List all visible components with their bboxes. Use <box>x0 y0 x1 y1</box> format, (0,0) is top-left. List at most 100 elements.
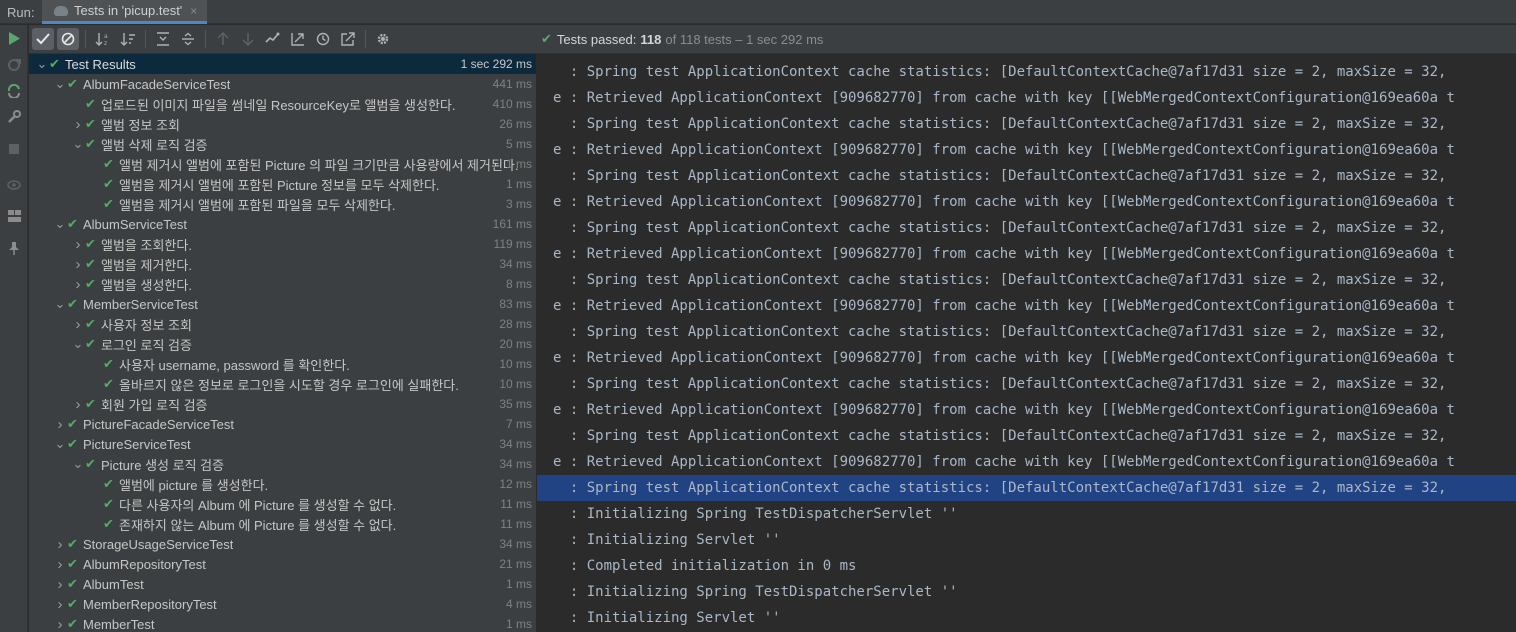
show-ignored-icon[interactable] <box>57 28 79 50</box>
tree-row[interactable]: › ✔ MemberTest 1 ms <box>29 614 536 632</box>
show-passed-icon[interactable] <box>32 28 54 50</box>
test-name: AlbumFacadeServiceTest <box>83 76 231 92</box>
test-name: 올바르지 않은 정보로 로그인을 시도할 경우 로그인에 실패한다. <box>119 377 459 393</box>
tree-row[interactable]: ✔ 존재하지 않는 Album 에 Picture 를 생성할 수 없다. 11 m… <box>29 514 536 534</box>
tree-row[interactable]: ⌄ ✔ AlbumServiceTest 161 ms <box>29 214 536 234</box>
console-output[interactable]: : Spring test ApplicationContext cache s… <box>537 54 1516 632</box>
console-line: : Spring test ApplicationContext cache s… <box>553 272 1447 288</box>
passed-check-icon: ✔ <box>103 376 114 391</box>
tree-row[interactable]: ⌄ ✔ Picture 생성 로직 검증 34 ms <box>29 454 536 474</box>
chevron-right-icon[interactable]: › <box>71 396 85 413</box>
tree-row[interactable]: › ✔ 사용자 정보 조회 28 ms <box>29 314 536 334</box>
pin-icon[interactable] <box>4 238 24 258</box>
test-duration: 83 ms <box>499 297 532 311</box>
chevron-right-icon[interactable]: › <box>53 416 67 433</box>
chevron-right-icon[interactable]: › <box>71 236 85 253</box>
history-icon[interactable] <box>312 28 334 50</box>
tree-row[interactable]: ⌄ ✔ 로그인 로직 검증 20 ms <box>29 334 536 354</box>
layout-icon[interactable] <box>4 206 24 226</box>
tree-row[interactable]: › ✔ 앨범을 조회한다. 119 ms <box>29 234 536 254</box>
console-line: e : Retrieved ApplicationContext [909682… <box>553 350 1455 366</box>
test-duration: 28 ms <box>499 317 532 331</box>
passed-check-icon: ✔ <box>85 96 96 111</box>
run-tab-title: Tests in 'picup.test' <box>74 3 183 18</box>
tree-row[interactable]: ⌄ ✔ AlbumFacadeServiceTest 441 ms <box>29 74 536 94</box>
tree-row[interactable]: ✔ 다른 사용자의 Album 에 Picture 를 생성할 수 없다. 11 m… <box>29 494 536 514</box>
eye-icon[interactable] <box>4 175 24 195</box>
tree-root-row[interactable]: ⌄ ✔ Test Results 1 sec 292 ms <box>29 54 536 74</box>
chevron-right-icon[interactable]: › <box>53 616 67 632</box>
tree-row[interactable]: › ✔ 회원 가입 로직 검증 35 ms <box>29 394 536 414</box>
chevron-down-icon[interactable]: ⌄ <box>53 297 67 310</box>
tree-row[interactable]: › ✔ 앨범을 생성한다. 8 ms <box>29 274 536 294</box>
tree-row[interactable]: › ✔ 앨범 정보 조회 26 ms <box>29 114 536 134</box>
chevron-down-icon[interactable]: ⌄ <box>71 137 85 150</box>
console-line: e : Retrieved ApplicationContext [909682… <box>553 298 1455 314</box>
tree-row[interactable]: › ✔ StorageUsageServiceTest 34 ms <box>29 534 536 554</box>
expand-all-icon[interactable] <box>152 28 174 50</box>
chevron-right-icon[interactable]: › <box>71 256 85 273</box>
tree-row[interactable]: ⌄ ✔ 앨범 삭제 로직 검증 5 ms <box>29 134 536 154</box>
chevron-right-icon[interactable]: › <box>71 276 85 293</box>
tree-row[interactable]: ✔ 사용자 username, password 를 확인한다. 10 ms <box>29 354 536 374</box>
tree-row[interactable]: › ✔ MemberRepositoryTest 4 ms <box>29 594 536 614</box>
chevron-right-icon[interactable]: › <box>71 116 85 133</box>
status-suffix: of 118 tests – 1 sec 292 ms <box>665 31 824 47</box>
chevron-right-icon[interactable]: › <box>53 556 67 573</box>
prev-failed-icon[interactable] <box>212 28 234 50</box>
stop-icon[interactable] <box>4 139 24 159</box>
wrench-icon[interactable] <box>4 107 24 127</box>
close-icon[interactable]: × <box>190 4 197 18</box>
tree-row[interactable]: ✔ 올바르지 않은 정보로 로그인을 시도할 경우 로그인에 실패한다. 10 ms <box>29 374 536 394</box>
passed-check-icon: ✔ <box>85 276 96 291</box>
settings-icon[interactable] <box>372 28 394 50</box>
test-run-icon <box>54 5 68 16</box>
chevron-down-icon[interactable]: ⌄ <box>35 57 49 70</box>
chevron-right-icon[interactable]: › <box>53 536 67 553</box>
test-name: 앨범에 picture 를 생성한다. <box>119 477 269 493</box>
chevron-down-icon[interactable]: ⌄ <box>71 457 85 470</box>
chevron-down-icon[interactable]: ⌄ <box>53 217 67 230</box>
chevron-down-icon[interactable]: ⌄ <box>53 77 67 90</box>
tree-row[interactable]: ✔ 앨범을 제거시 앨범에 포함된 파일을 모두 삭제한다. 3 ms <box>29 194 536 214</box>
export-tests-icon[interactable] <box>287 28 309 50</box>
chevron-down-icon[interactable]: ⌄ <box>53 437 67 450</box>
open-external-icon[interactable] <box>337 28 359 50</box>
collapse-all-icon[interactable] <box>177 28 199 50</box>
tree-row[interactable]: › ✔ AlbumTest 1 ms <box>29 574 536 594</box>
tree-row[interactable]: ✔ 앨범에 picture 를 생성한다. 12 ms <box>29 474 536 494</box>
status-prefix: Tests passed: <box>556 31 637 47</box>
chevron-right-icon[interactable]: › <box>71 316 85 333</box>
tree-row[interactable]: › ✔ 앨범을 제거한다. 34 ms <box>29 254 536 274</box>
passed-check-icon: ✔ <box>103 496 114 511</box>
passed-check-icon: ✔ <box>103 156 114 171</box>
test-duration: 11 ms <box>500 497 532 511</box>
tree-row[interactable]: › ✔ PictureFacadeServiceTest 7 ms <box>29 414 536 434</box>
toolbar-separator <box>365 30 366 48</box>
passed-check-icon: ✔ <box>67 616 78 631</box>
test-duration: 10 ms <box>499 377 532 391</box>
import-tests-icon[interactable] <box>262 28 284 50</box>
test-duration: 119 ms <box>493 237 532 251</box>
tree-row[interactable]: ✔ 업로드된 이미지 파일을 썸네일 ResourceKey로 앨범을 생성한다.… <box>29 94 536 114</box>
passed-check-icon: ✔ <box>85 316 96 331</box>
toggle-auto-test-icon[interactable] <box>4 81 24 101</box>
svg-text:a: a <box>104 33 108 40</box>
tree-row[interactable]: ⌄ ✔ MemberServiceTest 83 ms <box>29 294 536 314</box>
test-name: 회원 가입 로직 검증 <box>101 397 208 413</box>
passed-check-icon: ✔ <box>85 116 96 131</box>
sort-alpha-icon[interactable]: az <box>92 28 114 50</box>
next-failed-icon[interactable] <box>237 28 259 50</box>
rerun-icon[interactable] <box>4 28 24 48</box>
passed-check-icon: ✔ <box>85 256 96 271</box>
run-tab[interactable]: Tests in 'picup.test' × <box>42 0 208 24</box>
tree-row[interactable]: › ✔ AlbumRepositoryTest 21 ms <box>29 554 536 574</box>
chevron-right-icon[interactable]: › <box>53 576 67 593</box>
rerun-failed-icon[interactable] <box>4 55 24 75</box>
sort-duration-icon[interactable] <box>117 28 139 50</box>
tree-row[interactable]: ✔ 앨범을 제거시 앨범에 포함된 Picture 정보를 모두 삭제한다. 1 m… <box>29 174 536 194</box>
chevron-down-icon[interactable]: ⌄ <box>71 337 85 350</box>
tree-row[interactable]: ⌄ ✔ PictureServiceTest 34 ms <box>29 434 536 454</box>
chevron-right-icon[interactable]: › <box>53 596 67 613</box>
tree-row[interactable]: ✔ 앨범 제거시 앨범에 포함된 Picture 의 파일 크기만큼 사용량에서 … <box>29 154 536 174</box>
